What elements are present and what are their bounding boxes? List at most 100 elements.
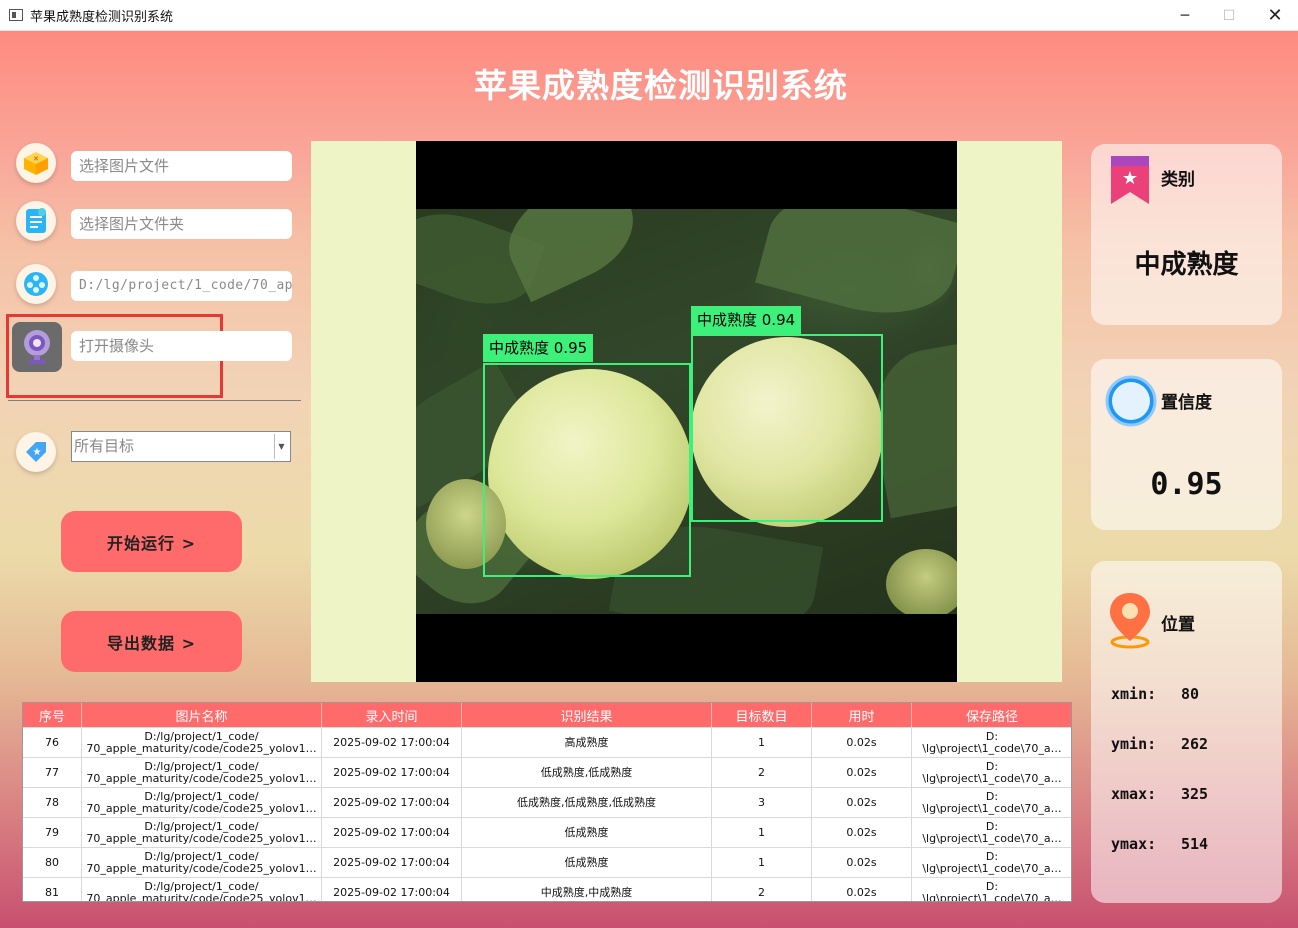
cell-id: 76 (23, 728, 82, 757)
table-row[interactable]: 77 D:/lg/project/1_code/70_apple_maturity… (23, 757, 1071, 787)
path-line-2: \lg\project\1_code\70_a… (922, 772, 1062, 785)
maximize-button[interactable]: ☐ (1206, 0, 1252, 31)
cell-dur: 0.02s (812, 818, 912, 847)
confidence-value: 0.95 (1150, 467, 1223, 502)
name-line-1: D:/lg/project/1_code/ (144, 820, 259, 833)
position-title: 位置 (1161, 615, 1195, 635)
path-line-2: \lg\project\1_code\70_a… (922, 802, 1062, 815)
cell-time: 2025-09-02 17:00:04 (322, 728, 462, 757)
image-folder-input[interactable]: 选择图片文件夹 (71, 209, 292, 239)
cell-count: 1 (712, 818, 812, 847)
path-line-2: \lg\project\1_code\70_a… (922, 892, 1062, 902)
image-display: 中成熟度 0.95 中成熟度 0.94 (311, 141, 1062, 682)
path-line-2: \lg\project\1_code\70_a… (922, 832, 1062, 845)
cell-time: 2025-09-02 17:00:04 (322, 848, 462, 877)
class-title: 类别 (1161, 170, 1195, 190)
video-path-input[interactable]: D:/lg/project/1_code/70_apple_maturity/c… (71, 271, 292, 301)
confidence-circle-icon (1103, 373, 1159, 433)
cell-image-name: D:/lg/project/1_code/70_apple_maturity/c… (82, 788, 322, 817)
xmin-readout: xmin: 80 (1111, 685, 1199, 703)
detection-label-1: 中成熟度 0.95 (483, 334, 594, 362)
name-line-1: D:/lg/project/1_code/ (144, 880, 259, 893)
cell-dur: 0.02s (812, 788, 912, 817)
detection-photo: 中成熟度 0.95 中成熟度 0.94 (416, 209, 957, 614)
cell-time: 2025-09-02 17:00:04 (322, 788, 462, 817)
position-card: 位置 xmin: 80 ymin: 262 xmax: 325 ymax: 514 (1091, 561, 1282, 903)
results-table[interactable]: 序号 图片名称 录入时间 识别结果 目标数目 用时 保存路径 76 D:/lg/p… (22, 702, 1072, 902)
col-header-name[interactable]: 图片名称 (82, 703, 322, 727)
cell-id: 78 (23, 788, 82, 817)
ymax-readout: ymax: 514 (1111, 835, 1208, 853)
cell-count: 3 (712, 788, 812, 817)
path-line-2: \lg\project\1_code\70_a… (922, 742, 1062, 755)
cell-image-name: D:/lg/project/1_code/70_apple_maturity/c… (82, 758, 322, 787)
cell-dur: 0.02s (812, 728, 912, 757)
cell-id: 81 (23, 878, 82, 901)
col-header-count[interactable]: 目标数目 (712, 703, 812, 727)
export-button[interactable]: 导出数据 > (61, 611, 242, 672)
table-row[interactable]: 80 D:/lg/project/1_code/70_apple_maturity… (23, 847, 1071, 877)
cell-time: 2025-09-02 17:00:04 (322, 758, 462, 787)
window-titlebar: 苹果成熟度检测识别系统 ─ ☐ ✕ (0, 0, 1298, 31)
image-folder-icon[interactable] (16, 201, 56, 241)
video-icon[interactable] (16, 264, 56, 304)
ymin-readout: ymin: 262 (1111, 735, 1208, 753)
cell-time: 2025-09-02 17:00:04 (322, 878, 462, 901)
path-line-1: D: (985, 760, 999, 773)
svg-text:★: ★ (33, 447, 42, 458)
cell-save-path: D: \lg\project\1_code\70_a… (912, 758, 1071, 787)
cell-count: 1 (712, 728, 812, 757)
chevron-down-icon[interactable]: ▼ (274, 434, 288, 459)
cell-save-path: D: \lg\project\1_code\70_a… (912, 728, 1071, 757)
table-row[interactable]: 76 D:/lg/project/1_code/70_apple_maturity… (23, 727, 1071, 757)
col-header-result[interactable]: 识别结果 (462, 703, 712, 727)
cell-id: 80 (23, 848, 82, 877)
close-button[interactable]: ✕ (1252, 0, 1298, 31)
target-select[interactable]: 所有目标 ▼ (71, 431, 291, 462)
col-header-path[interactable]: 保存路径 (912, 703, 1071, 727)
name-line-2: 70_apple_maturity/code/code25_yolov1… (86, 802, 317, 815)
name-line-2: 70_apple_maturity/code/code25_yolov1… (86, 862, 317, 875)
cell-result: 低成熟度,低成熟度,低成熟度 (462, 788, 712, 817)
col-header-time[interactable]: 录入时间 (322, 703, 462, 727)
target-tag-icon: ★ (16, 432, 56, 472)
path-line-2: \lg\project\1_code\70_a… (922, 862, 1062, 875)
confidence-card: 置信度 0.95 (1091, 359, 1282, 530)
confidence-title: 置信度 (1161, 393, 1212, 413)
image-file-input[interactable]: 选择图片文件 (71, 151, 292, 181)
name-line-2: 70_apple_maturity/code/code25_yolov1… (86, 742, 317, 755)
table-row[interactable]: 78 D:/lg/project/1_code/70_apple_maturity… (23, 787, 1071, 817)
path-line-1: D: (985, 850, 999, 863)
ymin-label: ymin: (1111, 735, 1157, 753)
name-line-1: D:/lg/project/1_code/ (144, 850, 259, 863)
table-row[interactable]: 81 D:/lg/project/1_code/70_apple_maturity… (23, 877, 1071, 902)
table-header: 序号 图片名称 录入时间 识别结果 目标数目 用时 保存路径 (23, 703, 1071, 727)
minimize-button[interactable]: ─ (1162, 0, 1208, 31)
name-line-2: 70_apple_maturity/code/code25_yolov1… (86, 772, 317, 785)
cell-count: 1 (712, 848, 812, 877)
name-line-1: D:/lg/project/1_code/ (144, 760, 259, 773)
class-card: ★ 类别 中成熟度 (1091, 144, 1282, 325)
ymax-value: 514 (1181, 835, 1209, 853)
camera-icon[interactable] (12, 322, 62, 372)
camera-input[interactable]: 打开摄像头 (71, 331, 292, 361)
image-file-icon[interactable]: ✕ (16, 143, 56, 183)
path-line-1: D: (985, 730, 999, 743)
col-header-id[interactable]: 序号 (23, 703, 82, 727)
cell-image-name: D:/lg/project/1_code/70_apple_maturity/c… (82, 818, 322, 847)
cell-save-path: D: \lg\project\1_code\70_a… (912, 878, 1071, 902)
target-select-value: 所有目标 (74, 437, 135, 455)
xmax-value: 325 (1181, 785, 1209, 803)
cell-save-path: D: \lg\project\1_code\70_a… (912, 848, 1071, 877)
name-line-2: 70_apple_maturity/code/code25_yolov1… (86, 832, 317, 845)
left-divider (8, 400, 301, 401)
svg-text:✕: ✕ (33, 155, 39, 163)
path-line-1: D: (985, 790, 999, 803)
class-value: 中成熟度 (1134, 250, 1239, 280)
cell-id: 79 (23, 818, 82, 847)
app-window-icon (9, 9, 23, 21)
run-button[interactable]: 开始运行 > (61, 511, 242, 572)
table-row[interactable]: 79 D:/lg/project/1_code/70_apple_maturity… (23, 817, 1071, 847)
class-bookmark-icon: ★ (1107, 154, 1153, 210)
col-header-duration[interactable]: 用时 (812, 703, 912, 727)
